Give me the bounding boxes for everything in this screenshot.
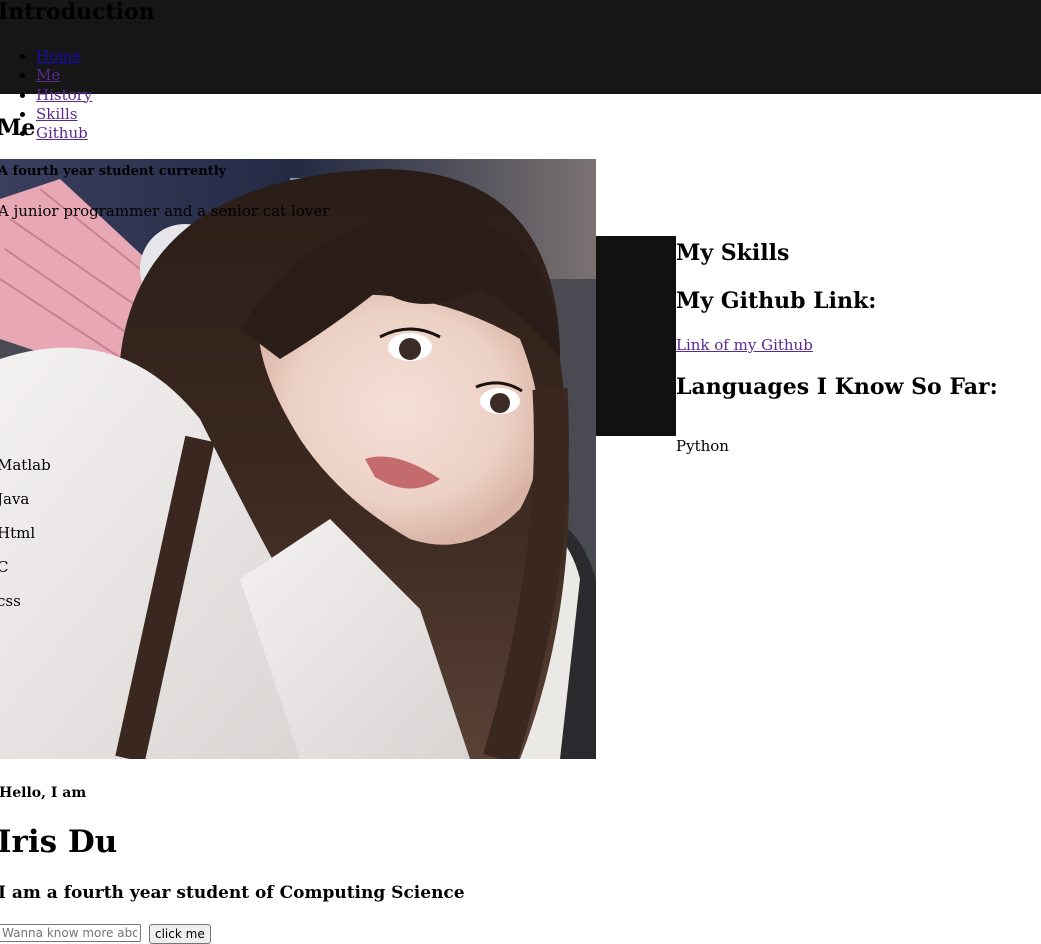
description-text: I am a fourth year student of Computing … (0, 883, 465, 903)
nav-item-history: History (36, 85, 92, 104)
status-text: A fourth year student currently (0, 164, 227, 179)
language-item: Html (0, 524, 36, 542)
name-heading: Iris Du (0, 824, 118, 860)
nav-item-github: Github (36, 123, 92, 142)
language-item-python: Python (676, 437, 729, 455)
site-title: Introduction (0, 0, 155, 25)
nav-link-skills[interactable]: Skills (36, 105, 77, 123)
ask-input[interactable] (0, 924, 141, 942)
language-list: Matlab Java Html C css (0, 456, 51, 626)
header-bar (0, 0, 1041, 94)
github-link[interactable]: Link of my Github (676, 336, 813, 354)
nav-link-home[interactable]: Home (36, 47, 81, 65)
nav-menu: Home Me History Skills Github (0, 46, 92, 142)
click-me-button[interactable]: click me (149, 924, 211, 944)
nav-item-skills: Skills (36, 104, 92, 123)
profile-photo (0, 159, 596, 759)
decorative-block (596, 236, 676, 436)
language-item: Java (0, 490, 30, 508)
tagline-text: A junior programmer and a senior cat lov… (0, 202, 330, 220)
nav-link-history[interactable]: History (36, 86, 92, 104)
language-item: Matlab (0, 456, 51, 474)
github-heading: My Github Link: (676, 288, 877, 314)
languages-heading: Languages I Know So Far: (676, 374, 998, 400)
nav-link-me[interactable]: Me (36, 66, 60, 84)
nav-item-me: Me (36, 65, 92, 84)
nav-link-github[interactable]: Github (36, 124, 88, 142)
greeting-text: Hello, I am (0, 785, 87, 801)
nav-item-home: Home (36, 46, 92, 65)
skills-heading: My Skills (676, 240, 790, 266)
language-item: css (0, 592, 21, 610)
language-item: C (0, 558, 9, 576)
